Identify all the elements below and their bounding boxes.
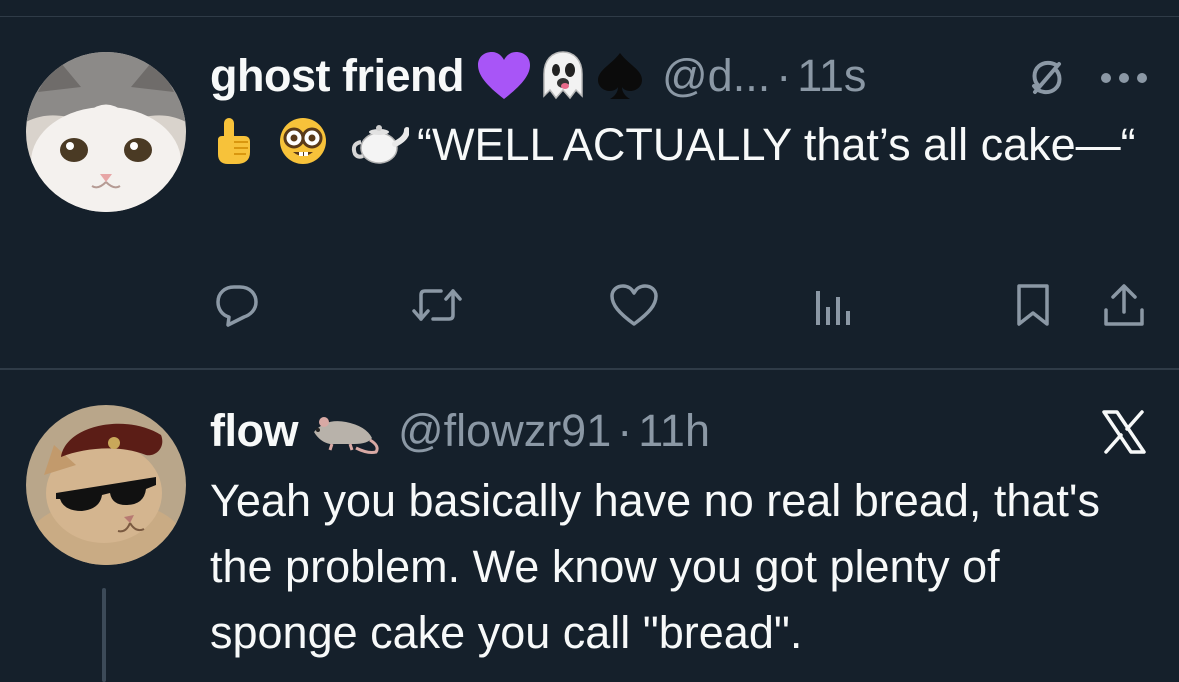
retweet-icon[interactable] bbox=[407, 275, 467, 335]
action-bar bbox=[0, 275, 1179, 335]
ghost-emoji bbox=[538, 50, 588, 102]
display-name[interactable]: flow bbox=[210, 401, 298, 461]
avatar[interactable] bbox=[26, 405, 186, 565]
point-up-emoji bbox=[210, 116, 256, 184]
avatar[interactable] bbox=[26, 52, 186, 212]
handle[interactable]: @flowzr91 bbox=[398, 401, 611, 461]
nerd-face-emoji bbox=[277, 116, 329, 184]
tweet[interactable]: ghost friend @d... · 11s “WELL ACTUALLY … bbox=[0, 0, 1179, 368]
spade-emoji bbox=[594, 50, 646, 102]
handle[interactable]: @d... bbox=[662, 46, 770, 106]
grok-icon[interactable] bbox=[1022, 56, 1072, 100]
reply-icon[interactable] bbox=[207, 275, 267, 335]
separator-dot: · bbox=[617, 405, 633, 456]
tweet-text-container: “WELL ACTUALLY that’s all cake—“ bbox=[210, 112, 1150, 184]
thread-line bbox=[102, 588, 106, 682]
views-icon[interactable] bbox=[802, 275, 862, 335]
tweet-header: flow @flowzr91 · 11h bbox=[210, 401, 710, 461]
like-icon[interactable] bbox=[604, 275, 664, 335]
tweet-text: Yeah you basically have no real bread, t… bbox=[210, 475, 1101, 658]
bookmark-icon[interactable] bbox=[1003, 275, 1063, 335]
teapot-emoji bbox=[349, 118, 411, 184]
purple-heart-emoji bbox=[476, 51, 532, 101]
x-logo-icon[interactable] bbox=[1098, 410, 1150, 454]
tweet-header: ghost friend @d... · 11s bbox=[210, 46, 866, 106]
separator-dot: · bbox=[776, 50, 792, 101]
timestamp[interactable]: 11s bbox=[797, 46, 866, 106]
more-icon[interactable] bbox=[1098, 56, 1150, 100]
tweet-text: “WELL ACTUALLY that’s all cake—“ bbox=[417, 119, 1136, 170]
display-name[interactable]: ghost friend bbox=[210, 46, 464, 106]
tweet[interactable]: flow @flowzr91 · 11h Yeah you basically … bbox=[0, 370, 1179, 682]
rat-emoji bbox=[310, 408, 382, 454]
share-icon[interactable] bbox=[1094, 275, 1154, 335]
timestamp[interactable]: 11h bbox=[638, 401, 710, 461]
